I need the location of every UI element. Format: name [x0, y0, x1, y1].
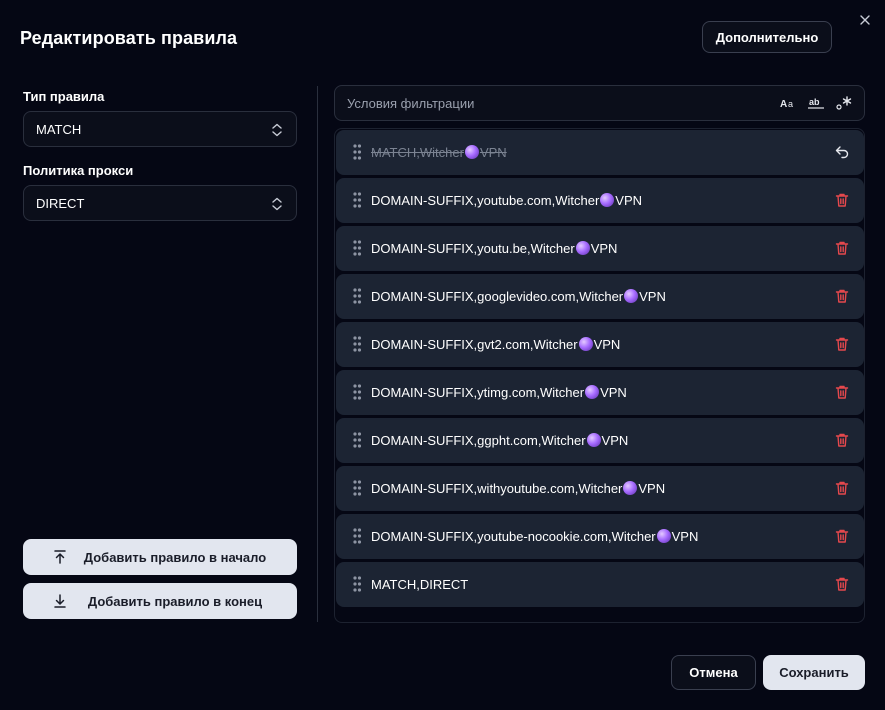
add-rule-start-label: Добавить правило в начало — [83, 549, 267, 565]
crystal-ball-emoji-icon — [623, 481, 638, 495]
edit-rules-dialog: Редактировать правила Дополнительно Тип … — [0, 0, 885, 710]
trash-icon[interactable] — [834, 432, 850, 448]
drag-handle-icon[interactable] — [353, 576, 361, 592]
chevron-up-down-icon — [272, 123, 282, 137]
dialog-title: Редактировать правила — [20, 28, 238, 48]
rule-text-suffix: VPN — [639, 289, 666, 304]
rule-text-suffix: VPN — [590, 241, 618, 256]
crystal-ball-emoji-icon — [585, 385, 600, 399]
rule-text: MATCH,DIRECT — [371, 577, 468, 592]
rule-text-prefix: MATCH,Witcher — [371, 145, 464, 160]
cancel-button[interactable]: Отмена — [671, 655, 756, 690]
trash-icon[interactable] — [834, 288, 850, 304]
crystal-ball-emoji-icon — [624, 289, 639, 303]
drag-handle-icon[interactable] — [353, 288, 361, 304]
advanced-button[interactable]: Дополнительно — [702, 21, 832, 53]
svg-text:ab: ab — [809, 97, 820, 107]
rule-text-prefix: DOMAIN-SUFFIX,youtube.com,Witcher — [371, 193, 600, 208]
rule-text-suffix: VPN — [593, 337, 621, 352]
crystal-ball-emoji-icon — [656, 529, 671, 543]
proxy-policy-value: DIRECT — [36, 195, 85, 211]
trash-icon[interactable] — [834, 240, 850, 256]
close-icon — [860, 15, 870, 25]
drag-handle-icon[interactable] — [353, 144, 361, 160]
trash-icon[interactable] — [834, 384, 850, 400]
rule-text: DOMAIN-SUFFIX,ggpht.com,Witcher VPN — [371, 433, 628, 448]
drag-handle-icon[interactable] — [353, 480, 361, 496]
rule-row[interactable]: DOMAIN-SUFFIX,googlevideo.com,Witcher VPN — [336, 274, 864, 319]
save-button[interactable]: Сохранить — [763, 655, 865, 690]
rule-row[interactable]: DOMAIN-SUFFIX,ytimg.com,Witcher VPN — [336, 370, 864, 415]
rule-text-prefix: DOMAIN-SUFFIX,withyoutube.com,Witcher — [371, 481, 623, 496]
undo-icon[interactable] — [834, 144, 850, 160]
rule-row[interactable]: DOMAIN-SUFFIX,ggpht.com,Witcher VPN — [336, 418, 864, 463]
trash-icon[interactable] — [834, 192, 850, 208]
add-rule-end-button[interactable]: Добавить правило в конец — [23, 583, 297, 619]
rule-text-suffix: VPN — [479, 145, 507, 160]
rule-text-prefix: DOMAIN-SUFFIX,youtube-nocookie.com,Witch… — [371, 529, 656, 544]
proxy-policy-label: Политика прокси — [23, 163, 134, 178]
rule-text-suffix: VPN — [671, 529, 699, 544]
add-rule-start-button[interactable]: Добавить правило в начало — [23, 539, 297, 575]
rule-text-prefix: MATCH,DIRECT — [371, 577, 469, 592]
drag-handle-icon[interactable] — [353, 336, 361, 352]
rule-text: MATCH,Witcher VPN — [371, 145, 507, 160]
rule-row[interactable]: DOMAIN-SUFFIX,youtu.be,Witcher VPN — [336, 226, 864, 271]
rule-text-suffix: VPN — [638, 481, 666, 496]
crystal-ball-emoji-icon — [586, 433, 601, 447]
rule-text-prefix: DOMAIN-SUFFIX,gvt2.com,Witcher — [371, 337, 578, 352]
rule-row[interactable]: DOMAIN-SUFFIX,withyoutube.com,Witcher VPN — [336, 466, 864, 511]
rule-row[interactable]: DOMAIN-SUFFIX,youtube-nocookie.com,Witch… — [336, 514, 864, 559]
drag-handle-icon[interactable] — [353, 240, 361, 256]
drag-handle-icon[interactable] — [353, 528, 361, 544]
arrow-down-to-line-icon — [54, 594, 66, 608]
crystal-ball-emoji-icon — [578, 337, 593, 351]
arrow-up-to-line-icon — [54, 550, 66, 564]
proxy-policy-select[interactable]: DIRECT — [23, 185, 297, 221]
close-button[interactable] — [855, 10, 875, 30]
rule-text: DOMAIN-SUFFIX,youtu.be,Witcher VPN — [371, 241, 617, 256]
rule-row[interactable]: MATCH,DIRECT — [336, 562, 864, 607]
rule-text: DOMAIN-SUFFIX,youtube.com,Witcher VPN — [371, 193, 642, 208]
drag-handle-icon[interactable] — [353, 432, 361, 448]
trash-icon[interactable] — [834, 336, 850, 352]
drag-handle-icon[interactable] — [353, 192, 361, 208]
rule-text-prefix: DOMAIN-SUFFIX,ytimg.com,Witcher — [371, 385, 585, 400]
rule-row-deleted[interactable]: MATCH,Witcher VPN — [336, 130, 864, 175]
regex-icon[interactable] — [835, 95, 853, 111]
rule-row[interactable]: DOMAIN-SUFFIX,youtube.com,Witcher VPN — [336, 178, 864, 223]
rule-text-suffix: VPN — [601, 433, 629, 448]
rule-type-label: Тип правила — [23, 89, 105, 104]
rule-text-prefix: DOMAIN-SUFFIX,youtu.be,Witcher — [371, 241, 575, 256]
rule-text-suffix: VPN — [615, 193, 643, 208]
add-rule-end-label: Добавить правило в конец — [87, 593, 263, 609]
column-divider — [317, 86, 318, 622]
crystal-ball-emoji-icon — [575, 241, 590, 255]
match-case-icon[interactable]: A a — [779, 95, 797, 111]
rule-text: DOMAIN-SUFFIX,ytimg.com,Witcher VPN — [371, 385, 627, 400]
rule-row[interactable]: DOMAIN-SUFFIX,gvt2.com,Witcher VPN — [336, 322, 864, 367]
rule-text-suffix: VPN — [600, 385, 627, 400]
rule-text: DOMAIN-SUFFIX,gvt2.com,Witcher VPN — [371, 337, 620, 352]
rule-text: DOMAIN-SUFFIX,withyoutube.com,Witcher VPN — [371, 481, 665, 496]
svg-text:a: a — [788, 99, 793, 109]
crystal-ball-emoji-icon — [600, 193, 615, 207]
filter-placeholder: Условия фильтрации — [347, 95, 475, 111]
svg-text:A: A — [780, 99, 787, 110]
rule-type-value: MATCH — [36, 121, 82, 137]
drag-handle-icon[interactable] — [353, 384, 361, 400]
match-whole-word-icon[interactable]: ab — [807, 95, 825, 111]
rule-type-select[interactable]: MATCH — [23, 111, 297, 147]
filter-input[interactable]: Условия фильтрации A a ab — [334, 85, 865, 121]
rule-text: DOMAIN-SUFFIX,googlevideo.com,Witcher VPN — [371, 289, 666, 304]
crystal-ball-emoji-icon — [464, 145, 479, 159]
chevron-up-down-icon — [272, 197, 282, 211]
trash-icon[interactable] — [834, 576, 850, 592]
rule-text: DOMAIN-SUFFIX,youtube-nocookie.com,Witch… — [371, 529, 698, 544]
trash-icon[interactable] — [834, 528, 850, 544]
rule-text-prefix: DOMAIN-SUFFIX,ggpht.com,Witcher — [371, 433, 586, 448]
rule-text-prefix: DOMAIN-SUFFIX,googlevideo.com,Witcher — [371, 289, 624, 304]
trash-icon[interactable] — [834, 480, 850, 496]
